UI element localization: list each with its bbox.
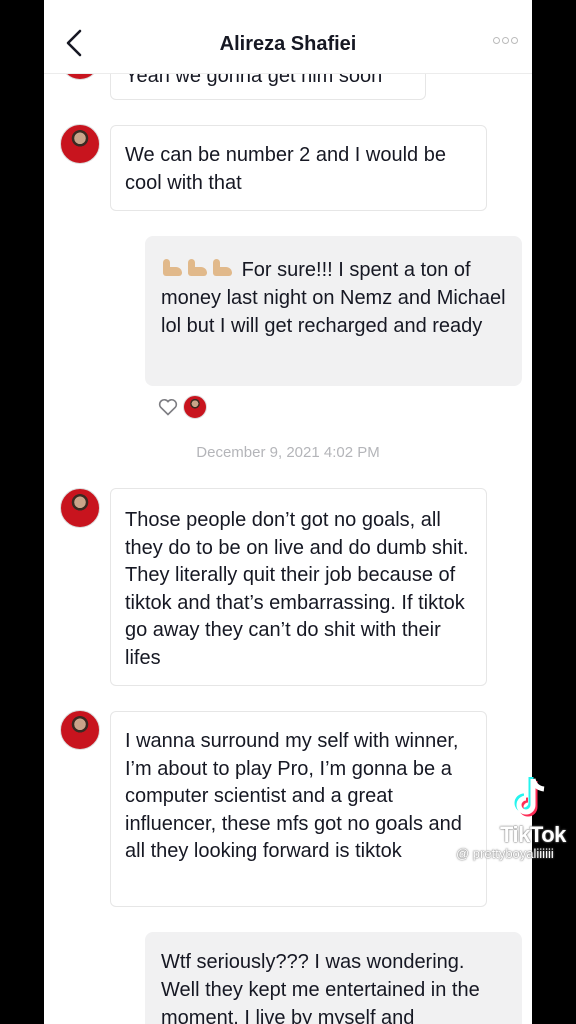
message-bubble-outgoing[interactable]: For sure!!! I spent a ton of money last …: [145, 236, 522, 386]
tiktok-brand: TikTok: [500, 822, 566, 847]
dot: [493, 37, 500, 44]
message-text: Those people don’t got no goals, all the…: [125, 509, 469, 669]
page-title: Alireza Shafiei: [219, 33, 357, 55]
flexed-biceps-icon: [161, 257, 184, 279]
more-dots-icon[interactable]: [493, 37, 518, 44]
message-text: For sure!!! I spent a ton of money last …: [161, 256, 506, 340]
dot: [502, 37, 509, 44]
timestamp: December 9, 2021 4:02 PM: [196, 444, 380, 461]
avatar[interactable]: [60, 488, 100, 528]
dot: [511, 37, 518, 44]
tiktok-logo-icon: [514, 777, 545, 817]
flexed-biceps-icon: [186, 257, 209, 279]
creator-handle: @ prettyboyaliiiiii: [456, 846, 554, 861]
message-text: We can be number 2 and I would be cool w…: [125, 144, 446, 194]
chat-screen: Yeah we gonna get him soon We can be num…: [44, 0, 532, 1024]
flexed-biceps-icon: [211, 257, 234, 279]
chat-header: Alireza Shafiei: [44, 0, 532, 74]
message-bubble-incoming[interactable]: We can be number 2 and I would be cool w…: [110, 125, 487, 211]
avatar[interactable]: [60, 124, 100, 164]
avatar[interactable]: [60, 710, 100, 750]
message-text: I wanna surround my self with winner, I’…: [125, 730, 462, 862]
message-list[interactable]: Yeah we gonna get him soon We can be num…: [44, 0, 532, 1024]
reaction-avatar: [183, 395, 207, 419]
message-bubble-incoming[interactable]: I wanna surround my self with winner, I’…: [110, 711, 487, 907]
heart-icon[interactable]: [158, 398, 178, 416]
message-bubble-incoming[interactable]: Those people don’t got no goals, all the…: [110, 488, 487, 686]
message-bubble-outgoing[interactable]: Wtf seriously??? I was wondering. Well t…: [145, 932, 522, 1024]
message-text: Wtf seriously??? I was wondering. Well t…: [161, 951, 480, 1024]
